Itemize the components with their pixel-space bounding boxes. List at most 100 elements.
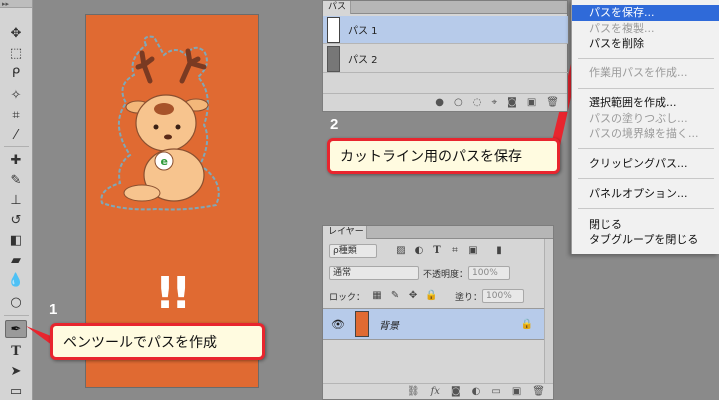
path-thumbnail xyxy=(327,16,340,43)
path-label: パス 1 xyxy=(348,26,378,37)
filter-pixel-icon[interactable]: ▨ xyxy=(395,245,407,257)
layers-footer: ⛓ fx ◙ ◐ ▭ ▣ 🗑 xyxy=(323,383,553,399)
nose xyxy=(164,134,172,140)
lock-label: ロック： xyxy=(329,292,366,303)
menu-item-save-path[interactable]: パスを保存... xyxy=(572,5,719,21)
tab-layers[interactable]: レイヤー xyxy=(323,226,367,239)
filter-adjust-icon[interactable]: ◐ xyxy=(413,245,425,257)
marquee-icon[interactable]: ⬚ xyxy=(5,44,27,62)
path-thumbnail xyxy=(327,45,340,72)
opacity-label: 不透明度： xyxy=(423,269,469,280)
type-icon[interactable]: T xyxy=(5,342,27,360)
delete-icon[interactable]: 🗑 xyxy=(532,386,545,397)
left-antler xyxy=(135,50,155,84)
add-mask-icon[interactable]: ◙ xyxy=(451,386,461,397)
brush-icon[interactable]: ✎ xyxy=(5,171,27,189)
menu-separator xyxy=(578,148,714,149)
fill-field[interactable]: 100% xyxy=(482,289,525,303)
path-label: パス 2 xyxy=(348,55,378,66)
tab-paths[interactable]: パス xyxy=(323,1,351,14)
filter-type-icon[interactable]: T xyxy=(431,245,443,257)
rectangle-icon[interactable]: ▭ xyxy=(5,382,27,400)
new-group-icon[interactable]: ▭ xyxy=(491,386,500,397)
fill-path-icon[interactable]: ● xyxy=(435,97,444,108)
menu-item-fill-path[interactable]: パスの塗りつぶし... xyxy=(572,111,719,127)
opacity-field[interactable]: 100% xyxy=(468,266,511,280)
menu-item-duplicate-path[interactable]: パスを複製... xyxy=(572,21,719,37)
stamp-icon[interactable]: ⊥ xyxy=(5,191,27,209)
layers-scrollbar[interactable] xyxy=(544,239,553,383)
step1-number: 1 xyxy=(49,301,58,318)
adjustment-layer-icon[interactable]: ◐ xyxy=(472,386,481,397)
load-selection-icon[interactable]: ◌ xyxy=(473,97,482,108)
layer-row-background[interactable]: 👁 背景 🔒 xyxy=(323,308,545,340)
pen-icon[interactable]: ✒ xyxy=(5,320,27,338)
menu-separator xyxy=(578,88,714,89)
lock-all-icon[interactable]: 🔒 xyxy=(425,290,437,302)
new-layer-icon[interactable]: ▣ xyxy=(512,386,521,397)
fill-label: 塗り： xyxy=(455,292,483,303)
path-row-1[interactable]: パス 1 xyxy=(323,16,568,44)
move-icon[interactable]: ✥ xyxy=(5,24,27,42)
toolbar-divider xyxy=(4,315,29,316)
eyedropper-icon[interactable]: ⁄ xyxy=(5,126,27,144)
menu-separator xyxy=(578,208,714,209)
gradient-icon[interactable]: ▰ xyxy=(5,251,27,269)
dodge-icon[interactable]: ○ xyxy=(5,293,27,311)
left-eye xyxy=(153,124,159,130)
blur-icon[interactable]: 💧 xyxy=(5,271,27,289)
layer-lock-icon: 🔒 xyxy=(520,318,533,330)
layers-blend-row: 通常 不透明度： 100% xyxy=(323,266,545,280)
stroke-path-icon[interactable]: ○ xyxy=(454,97,463,108)
exclamation-marks: !! xyxy=(155,268,191,319)
healing-icon[interactable]: ✚ xyxy=(5,151,27,169)
leg xyxy=(123,184,161,202)
right-eye xyxy=(175,124,181,130)
menu-item-close-tab-group[interactable]: タブグループを閉じる xyxy=(572,232,719,248)
history-brush-icon[interactable]: ↺ xyxy=(5,211,27,229)
menu-item-clipping-path[interactable]: クリッピングパス... xyxy=(572,156,719,172)
filter-shape-icon[interactable]: ⌗ xyxy=(449,245,461,257)
layers-filter-row: ρ種類 ▨ ◐ T ⌗ ▣ ▮ xyxy=(323,244,545,258)
lock-transparent-icon[interactable]: ▦ xyxy=(371,290,383,302)
filter-toggle-icon[interactable]: ▮ xyxy=(493,245,505,257)
magic-wand-icon[interactable]: ✧ xyxy=(5,86,27,104)
make-work-path-icon[interactable]: ⌖ xyxy=(492,97,498,108)
visibility-eye-icon[interactable]: 👁 xyxy=(331,318,345,331)
lasso-icon[interactable]: ᑭ xyxy=(5,64,27,82)
layer-thumbnail xyxy=(354,311,369,337)
bib-letter: e xyxy=(161,155,168,168)
menu-item-close[interactable]: 閉じる xyxy=(572,217,719,233)
path-row-2[interactable]: パス 2 xyxy=(323,45,568,73)
layers-panel: レイヤー ρ種類 ▨ ◐ T ⌗ ▣ ▮ 通常 不透明度： 100% ロック： … xyxy=(322,225,554,400)
paths-footer: ● ○ ◌ ⌖ ◙ ▣ 🗑 xyxy=(323,93,567,111)
paths-flyout-menu: パスを保存... パスを複製... パスを削除 作業用パスを作成... 選択範囲… xyxy=(571,0,719,254)
blend-mode-select[interactable]: 通常 xyxy=(329,266,419,280)
filter-kind-select[interactable]: ρ種類 xyxy=(329,244,377,258)
filter-smart-icon[interactable]: ▣ xyxy=(467,245,479,257)
new-path-icon[interactable]: ▣ xyxy=(527,97,536,108)
menu-item-delete-path[interactable]: パスを削除 xyxy=(572,36,719,52)
toolbar-divider xyxy=(4,146,29,147)
paths-tabbar xyxy=(323,1,567,14)
lock-position-icon[interactable]: ✥ xyxy=(407,290,419,302)
crop-icon[interactable]: ⌗ xyxy=(5,106,27,124)
link-layers-icon[interactable]: ⛓ xyxy=(407,386,420,397)
menu-item-panel-options[interactable]: パネルオプション... xyxy=(572,186,719,202)
delete-icon[interactable]: 🗑 xyxy=(546,97,559,108)
path-select-icon[interactable]: ➤ xyxy=(5,362,27,380)
step2-callout: カットライン用のパスを保存 xyxy=(327,138,560,174)
layers-lock-row: ロック： ▦ ✎ ✥ 🔒 塗り： 100% xyxy=(323,289,545,303)
add-mask-icon[interactable]: ◙ xyxy=(507,97,517,108)
menu-item-make-work-path[interactable]: 作業用パスを作成... xyxy=(572,65,719,81)
eraser-icon[interactable]: ◧ xyxy=(5,231,27,249)
layer-name: 背景 xyxy=(378,320,399,332)
head-patch xyxy=(154,103,174,115)
step2-number: 2 xyxy=(330,116,339,133)
menu-item-make-selection[interactable]: 選択範囲を作成... xyxy=(572,95,719,111)
panel-grip[interactable]: ▸▸ xyxy=(0,0,32,8)
menu-item-stroke-path[interactable]: パスの境界線を描く... xyxy=(572,126,719,142)
fx-icon[interactable]: fx xyxy=(431,386,440,397)
menu-separator xyxy=(578,58,714,59)
lock-pixels-icon[interactable]: ✎ xyxy=(389,290,401,302)
